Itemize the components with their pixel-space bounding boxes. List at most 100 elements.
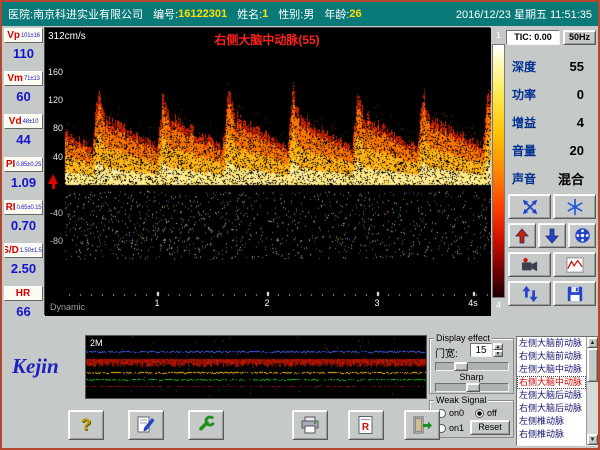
slider-thumb[interactable] (466, 383, 480, 392)
vessel-item[interactable]: 左侧大脑前动脉 (517, 337, 586, 350)
param-depth: 深度 55 (508, 52, 596, 80)
param-sound: 声音 混合 (508, 164, 596, 192)
tic-display: TIC: 0.00 (506, 30, 560, 45)
acquisition-parameters: 深度 55 功率 0 增益 4 音量 20 声音 混合 (508, 52, 596, 192)
pencil-document-icon (137, 416, 155, 433)
measurement-ref: 101±16 (21, 32, 40, 39)
up-arrow-icon (515, 227, 529, 243)
param-power: 功率 0 (508, 80, 596, 108)
freeze-button[interactable] (553, 194, 596, 219)
param-gain: 增益 4 (508, 108, 596, 136)
scroll-down-icon[interactable]: ▼ (587, 434, 598, 445)
report-r-icon: R (358, 416, 373, 434)
measurement-box: Vm 71±13 (4, 71, 43, 86)
print-button[interactable] (292, 410, 328, 440)
reset-button[interactable]: Reset (470, 420, 510, 435)
scroll-track[interactable] (587, 348, 598, 434)
invert-spectrum-button[interactable] (508, 281, 551, 306)
probe-frequency-label: 2M (90, 338, 103, 348)
param-label: 音量 (512, 143, 537, 158)
frequency-button[interactable]: 50Hz (563, 30, 596, 45)
group-title: Display effect (434, 333, 492, 343)
slider-thumb[interactable] (454, 362, 468, 371)
gate-spin-down-icon[interactable]: ▼ (493, 350, 503, 357)
vessel-item-selected[interactable]: 右侧大脑中动脉 (517, 376, 586, 389)
age-label: 年龄: (324, 9, 350, 21)
mmode-canvas[interactable] (86, 336, 426, 398)
vessel-item[interactable]: 右侧大脑前动脉 (517, 350, 586, 363)
record-button[interactable] (508, 252, 551, 277)
effect-slider[interactable] (435, 362, 509, 371)
settings-wrench-button[interactable] (188, 410, 224, 440)
display-effect-group: Display effect 门宽: 15 ▲ ▼ Sharp (429, 333, 514, 394)
colorbar-top-label: 1 (495, 30, 501, 40)
measurement-label: PI (5, 158, 16, 170)
spectral-doppler-display[interactable]: 312cm/s 右侧大脑中动脉(55) 160 120 80 40 -40 -8… (44, 27, 491, 316)
mmode-display[interactable]: 2M (85, 335, 427, 399)
patient-name-label: 姓名: (237, 9, 263, 21)
radio-label: on0 (449, 408, 465, 418)
scroll-up-icon[interactable]: ▲ (587, 337, 598, 348)
vessel-scrollbar[interactable]: ▲ ▼ (586, 337, 598, 445)
vessel-list: 左侧大脑前动脉 右侧大脑前动脉 左侧大脑中动脉 右侧大脑中动脉 左侧大脑后动脉 … (516, 336, 598, 446)
colorbar-bottom-label: 4 (495, 300, 501, 310)
pan-button[interactable] (508, 194, 551, 219)
baseline-arrow-icon[interactable] (48, 174, 58, 189)
measurement-value: 66 (16, 304, 31, 319)
gate-spin-up-icon[interactable]: ▲ (493, 343, 503, 350)
sharp-label: Sharp (459, 372, 484, 382)
group-title: Weak Signal (434, 395, 489, 405)
weak-signal-group: Weak Signal on0 off on1 Reset (429, 395, 514, 438)
spectrum-canvas[interactable] (45, 28, 491, 316)
save-button[interactable] (553, 281, 596, 306)
measurement-ri: RI 0.65±0.15 0.70 (3, 200, 44, 243)
video-camera-icon (521, 257, 537, 271)
weak-signal-off-radio[interactable]: off (475, 408, 497, 418)
down-arrow-icon (545, 228, 559, 244)
trend-chart-button[interactable] (553, 252, 596, 277)
vessel-item[interactable]: 左侧大脑后动脉 (517, 389, 586, 402)
gate-width-value[interactable]: 15 (470, 343, 492, 357)
param-label: 增益 (512, 115, 537, 130)
scroll-thumb[interactable] (587, 348, 598, 382)
measurement-ref: 71±13 (23, 75, 40, 82)
measurement-ref: 0.85±0.25 (16, 161, 42, 168)
datetime-display: 2016/12/23 星期五 11:51:35 (455, 9, 592, 21)
depth-up-button[interactable] (508, 223, 536, 248)
measurement-sd: S/D 1.50±1.50 2.50 (3, 243, 44, 286)
param-volume: 音量 20 (508, 136, 596, 164)
measurement-ref: 0.65±0.15 (16, 204, 42, 211)
sharp-slider[interactable] (435, 383, 509, 392)
up-down-arrows-icon (521, 285, 538, 302)
radio-label: on1 (449, 423, 465, 433)
measurement-ref: 48±10 (22, 118, 39, 125)
gender-label: 性别: (278, 9, 304, 21)
patient-info-bar: 医院: 南京科进实业有限公司 编号: 16122301 姓名: 1 性别: 男 … (2, 2, 598, 26)
edit-report-button[interactable] (128, 410, 164, 440)
snowflake-icon (566, 198, 583, 215)
report-letter: R (362, 422, 370, 433)
exit-door-icon (413, 416, 432, 434)
film-reel-icon (574, 228, 590, 243)
brand-logo: Kejin (12, 354, 59, 378)
weak-signal-on0-radio[interactable]: on0 (437, 408, 464, 418)
vessel-item[interactable]: 左侧大脑中动脉 (517, 363, 586, 376)
vessel-item[interactable]: 左侧椎动脉 (517, 415, 586, 428)
depth-down-button[interactable] (538, 223, 566, 248)
measurement-value: 0.70 (10, 218, 37, 233)
param-value: 55 (569, 58, 584, 74)
exit-button[interactable] (404, 410, 440, 440)
weak-signal-on1-radio[interactable]: on1 (437, 423, 464, 433)
vessel-item[interactable]: 右侧大脑后动脉 (517, 402, 586, 415)
param-value: 4 (576, 114, 584, 130)
cine-loop-button[interactable] (568, 223, 596, 248)
param-label: 声音 (512, 171, 537, 186)
gender-value: 男 (303, 9, 315, 21)
help-button[interactable]: ? (68, 410, 104, 440)
tcd-application-window: 医院: 南京科进实业有限公司 编号: 16122301 姓名: 1 性别: 男 … (0, 0, 600, 450)
wrench-icon (199, 415, 216, 431)
measurement-hr: HR 66 (3, 286, 44, 329)
vessel-item[interactable]: 右侧椎动脉 (517, 428, 586, 441)
measurement-box: Vp 101±16 (4, 28, 43, 43)
report-button[interactable]: R (348, 410, 384, 440)
